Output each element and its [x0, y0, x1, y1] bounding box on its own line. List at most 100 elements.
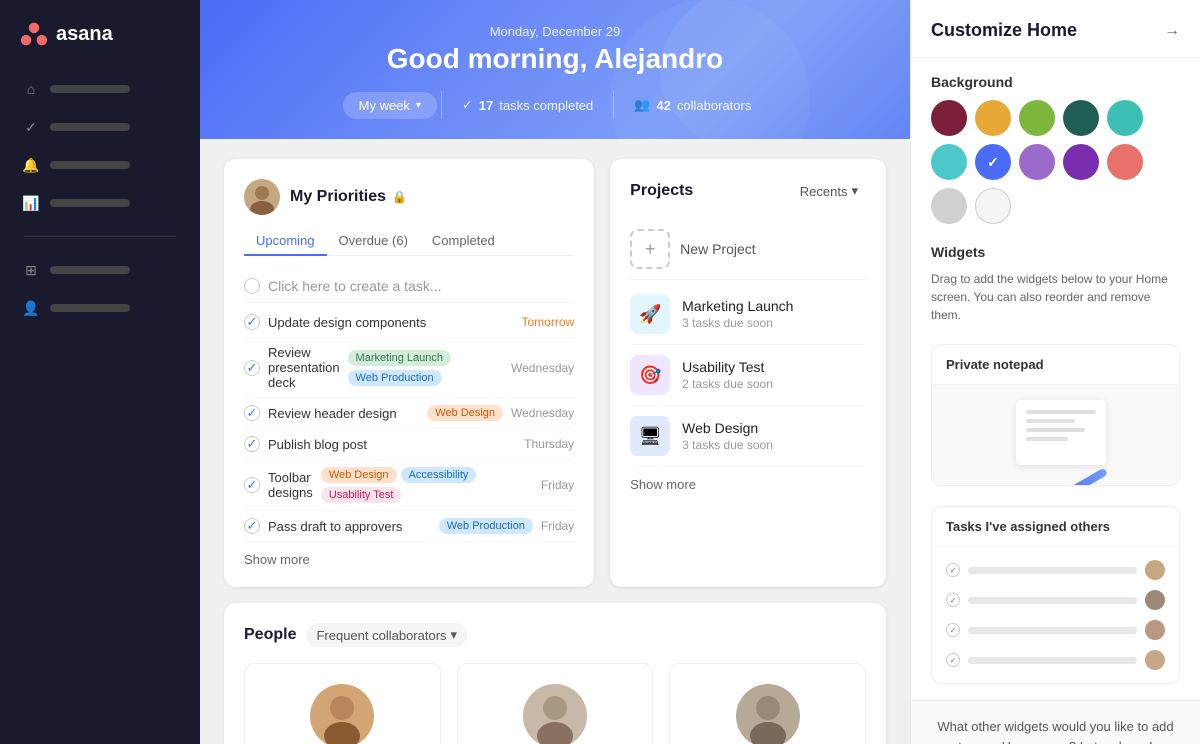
- sidebar-item-inbox-label: [50, 161, 130, 169]
- person-icon: 👤: [22, 299, 40, 317]
- sidebar-item-inbox[interactable]: 🔔: [12, 148, 188, 182]
- tab-completed[interactable]: Completed: [420, 227, 507, 256]
- header-date: Monday, December 29: [232, 24, 878, 39]
- color-swatch-light-purple[interactable]: [1019, 144, 1055, 180]
- task-check-3[interactable]: ✓: [244, 405, 260, 421]
- sidebar-item-profile[interactable]: 👤: [12, 291, 188, 325]
- grid-icon: ⊞: [22, 261, 40, 279]
- color-swatch-white[interactable]: [975, 188, 1011, 224]
- frequent-collaborators-button[interactable]: Frequent collaborators ▾: [306, 623, 467, 647]
- header-title-area: Monday, December 29 Good morning, Alejan…: [232, 24, 878, 75]
- list-item[interactable]: Zoe Wong Collaborating with me on 11 tas…: [244, 663, 441, 744]
- color-swatch-purple[interactable]: [1063, 144, 1099, 180]
- color-swatch-blue[interactable]: [975, 144, 1011, 180]
- header-banner: Monday, December 29 Good morning, Alejan…: [200, 0, 910, 139]
- task-name-2: Review presentation deck: [268, 345, 340, 390]
- table-row[interactable]: ✓ Update design components Tomorrow: [244, 307, 574, 338]
- table-row[interactable]: ✓ Review presentation deck Marketing Lau…: [244, 338, 574, 398]
- bell-icon: 🔔: [22, 156, 40, 174]
- color-swatch-gray[interactable]: [931, 188, 967, 224]
- background-label: Background: [931, 74, 1180, 90]
- list-item[interactable]: Dave Jung Assign a task to start collabo…: [669, 663, 866, 744]
- task-tags-6: Web Production: [439, 518, 533, 534]
- color-swatch-green[interactable]: [1019, 100, 1055, 136]
- project-icon-webdesign: 🖥: [630, 416, 670, 456]
- create-task-label: Click here to create a task...: [268, 278, 442, 294]
- table-row[interactable]: ✓ Review header design Web Design Wednes…: [244, 398, 574, 429]
- show-more-tasks[interactable]: Show more: [244, 552, 574, 567]
- people-grid: Zoe Wong Collaborating with me on 11 tas…: [244, 663, 866, 744]
- tasks-line-4: [968, 657, 1137, 664]
- tasks-check-sm-2: ✓: [946, 593, 960, 607]
- list-item[interactable]: 🚀 Marketing Launch 3 tasks due soon: [630, 284, 866, 345]
- table-row[interactable]: ✓ Publish blog post Thursday: [244, 429, 574, 460]
- task-name-1: Update design components: [268, 315, 513, 330]
- color-swatch-orange[interactable]: [975, 100, 1011, 136]
- collaborators-icon: 👥: [634, 97, 650, 113]
- header-stats: My week ▾ ✓ 17 tasks completed 👥 42 coll…: [232, 91, 878, 119]
- project-name-webdesign: Web Design: [682, 420, 866, 436]
- widgets-section: Widgets Drag to add the widgets below to…: [931, 244, 1180, 324]
- recents-chevron-icon: ▾: [851, 183, 858, 199]
- priorities-card-header: My Priorities 🔒: [244, 179, 574, 215]
- notepad-widget[interactable]: Private notepad: [931, 344, 1180, 486]
- recents-label: Recents: [800, 184, 848, 199]
- list-item[interactable]: 🎯 Usability Test 2 tasks due soon: [630, 345, 866, 406]
- sidebar-item-tasks[interactable]: ✓: [12, 110, 188, 144]
- sidebar-item-home[interactable]: ⌂: [12, 72, 188, 106]
- tasks-completed-count: 17: [479, 98, 493, 113]
- task-check-1[interactable]: ✓: [244, 314, 260, 330]
- notepad-pen: [1060, 468, 1107, 486]
- task-check-4[interactable]: ✓: [244, 436, 260, 452]
- task-date-5: Friday: [541, 478, 574, 492]
- chart-icon: 📊: [22, 194, 40, 212]
- color-swatch-teal[interactable]: [1107, 100, 1143, 136]
- color-swatch-light-teal[interactable]: [931, 144, 967, 180]
- widgets-label: Widgets: [931, 244, 1180, 260]
- background-section: Background: [931, 74, 1180, 224]
- tab-overdue[interactable]: Overdue (6): [327, 227, 420, 256]
- create-task-row[interactable]: Click here to create a task...: [244, 270, 574, 303]
- project-info-usability: Usability Test 2 tasks due soon: [682, 359, 866, 391]
- project-info-marketing: Marketing Launch 3 tasks due soon: [682, 298, 866, 330]
- task-check-5[interactable]: ✓: [244, 477, 260, 493]
- sidebar-item-insights[interactable]: 📊: [12, 186, 188, 220]
- task-name-6: Pass draft to approvers: [268, 519, 431, 534]
- task-check-6[interactable]: ✓: [244, 518, 260, 534]
- project-name-usability: Usability Test: [682, 359, 866, 375]
- list-item[interactable]: 🖥 Web Design 3 tasks due soon: [630, 406, 866, 467]
- tasks-check-sm-4: ✓: [946, 653, 960, 667]
- tasks-assignee-avatar-2: [1145, 590, 1165, 610]
- new-project-button[interactable]: + New Project: [630, 219, 866, 280]
- tag-web-design: Web Design: [427, 405, 503, 421]
- color-swatch-dark-green[interactable]: [1063, 100, 1099, 136]
- list-item[interactable]: Richard Taylor Assign a task to start co…: [457, 663, 654, 744]
- notepad-visual: [1006, 400, 1106, 470]
- table-row[interactable]: ✓ Toolbar designs Web Design Accessibili…: [244, 460, 574, 511]
- sidebar-item-profile-label: [50, 304, 130, 312]
- people-header: People Frequent collaborators ▾: [244, 623, 866, 647]
- my-week-pill[interactable]: My week ▾: [343, 92, 437, 119]
- sidebar-item-portfolios[interactable]: ⊞: [12, 253, 188, 287]
- recents-button[interactable]: Recents ▾: [792, 179, 866, 203]
- table-row[interactable]: ✓ Pass draft to approvers Web Production…: [244, 511, 574, 542]
- sidebar-logo[interactable]: asana: [0, 20, 200, 72]
- priorities-title-area: My Priorities 🔒: [290, 188, 574, 206]
- collaborators-label: collaborators: [677, 98, 751, 113]
- sidebar-item-tasks-label: [50, 123, 130, 131]
- color-swatch-maroon[interactable]: [931, 100, 967, 136]
- panel-close-button[interactable]: →: [1164, 22, 1180, 40]
- tasks-widget-item-2: ✓: [946, 585, 1165, 615]
- tab-upcoming[interactable]: Upcoming: [244, 227, 327, 256]
- check-icon: ✓: [22, 118, 40, 136]
- tasks-assigned-widget[interactable]: Tasks I've assigned others ✓ ✓ ✓: [931, 506, 1180, 684]
- task-check-2[interactable]: ✓: [244, 360, 260, 376]
- color-grid: [931, 100, 1180, 224]
- color-swatch-pink[interactable]: [1107, 144, 1143, 180]
- notepad-preview: [932, 385, 1179, 485]
- notepad-line-4: [1026, 437, 1068, 441]
- priorities-tabs: Upcoming Overdue (6) Completed: [244, 227, 574, 256]
- project-due-marketing: 3 tasks due soon: [682, 316, 866, 330]
- show-more-projects[interactable]: Show more: [630, 477, 866, 492]
- project-icon-usability: 🎯: [630, 355, 670, 395]
